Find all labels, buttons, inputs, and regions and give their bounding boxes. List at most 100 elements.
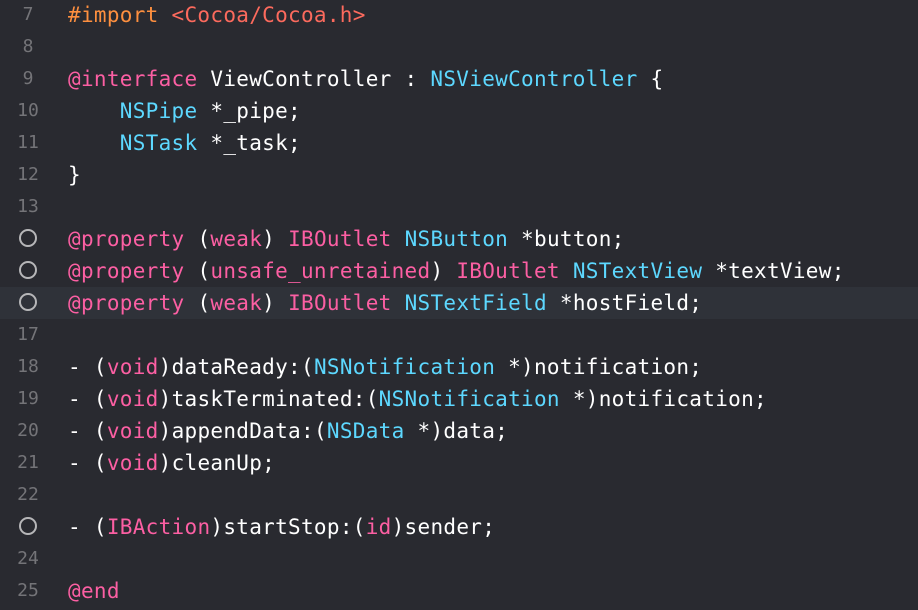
code-token: ( [184, 227, 211, 251]
code-line[interactable]: 10 NSPipe *_pipe; [0, 95, 918, 127]
code-token: @property [68, 227, 185, 251]
code-text: - (IBAction)startStop:(id)sender; [68, 511, 495, 543]
code-token: IBOutlet [456, 259, 560, 283]
line-number: 8 [22, 36, 34, 57]
line-number: 20 [17, 420, 39, 441]
code-line[interactable]: 9 @interface ViewController : NSViewContr… [0, 63, 918, 95]
code-token: *_pipe; [197, 99, 301, 123]
connection-circle-icon[interactable] [19, 229, 37, 247]
code-text: @interface ViewController : NSViewContro… [68, 63, 663, 95]
code-token: void [106, 419, 159, 443]
code-line[interactable]: 17 [0, 319, 918, 351]
line-number: 19 [17, 388, 39, 409]
code-line[interactable]: 7 #import <Cocoa/Cocoa.h> [0, 0, 918, 31]
code-text: NSPipe *_pipe; [68, 95, 301, 127]
code-text: @property (weak) IBOutlet NSButton *butt… [68, 223, 625, 255]
code-line[interactable]: 18 - (void)dataReady:(NSNotification *)no… [0, 351, 918, 383]
code-token: ) [262, 227, 289, 251]
line-number: 18 [17, 356, 39, 377]
code-token: NSTask [119, 131, 198, 155]
code-text: - (void)dataReady:(NSNotification *)noti… [68, 351, 702, 383]
code-token: ViewController : [197, 67, 431, 91]
line-number: 21 [17, 452, 39, 473]
line-number: 13 [17, 196, 39, 217]
code-token: )startStop:( [210, 515, 366, 539]
code-token: )appendData:( [158, 419, 327, 443]
line-number: 12 [17, 164, 39, 185]
code-token: )sender; [391, 515, 496, 539]
line-number: 17 [17, 324, 39, 345]
code-token: *hostField; [546, 291, 703, 315]
connection-circle-icon[interactable] [19, 517, 37, 535]
code-token: { [637, 67, 664, 91]
line-number: 25 [17, 580, 39, 601]
code-line[interactable]: 24 [0, 543, 918, 575]
current-code-line[interactable]: @property (weak) IBOutlet NSTextField *h… [0, 287, 918, 319]
code-text: - (void)taskTerminated:(NSNotification *… [68, 383, 767, 415]
code-text: - (void)appendData:(NSData *)data; [68, 415, 508, 447]
code-editor[interactable]: 7 #import <Cocoa/Cocoa.h> 8 9 @interface Vie… [0, 0, 918, 610]
code-token: ) [430, 259, 457, 283]
code-token: *button; [508, 227, 625, 251]
code-line[interactable]: 20 - (void)appendData:(NSData *)data; [0, 415, 918, 447]
code-token: )dataReady:( [158, 355, 314, 379]
code-token: - ( [68, 419, 107, 443]
code-token: - ( [68, 451, 107, 475]
code-token: *)data; [404, 419, 509, 443]
code-token: *)notification; [559, 387, 767, 411]
code-line[interactable]: 19 - (void)taskTerminated:(NSNotification… [0, 383, 918, 415]
code-line[interactable]: 21 - (void)cleanUp; [0, 447, 918, 479]
code-token: @property [68, 259, 185, 283]
code-token: weak [210, 291, 263, 315]
line-number: 22 [17, 484, 39, 505]
code-line[interactable]: 12} [0, 159, 918, 191]
code-token: weak [210, 227, 263, 251]
code-line[interactable]: 13 [0, 191, 918, 223]
code-line[interactable]: - (IBAction)startStop:(id)sender; [0, 511, 918, 543]
code-line[interactable]: 25 @end [0, 575, 918, 607]
code-token: IBAction [106, 515, 211, 539]
code-token: <Cocoa/Cocoa.h> [171, 3, 366, 27]
code-token: *textView; [702, 259, 845, 283]
code-token: )cleanUp; [158, 451, 276, 475]
code-token: void [106, 355, 159, 379]
code-text: } [68, 159, 81, 191]
code-token: NSData [326, 419, 405, 443]
code-token: @end [68, 579, 120, 603]
code-line[interactable]: @property (weak) IBOutlet NSButton *butt… [0, 223, 918, 255]
code-token: void [106, 387, 159, 411]
line-number: 9 [22, 68, 34, 89]
code-token: NSTextField [404, 291, 547, 315]
code-token: void [106, 451, 159, 475]
code-token: @interface [68, 67, 198, 91]
line-number: 11 [17, 132, 39, 153]
connection-circle-icon[interactable] [19, 261, 37, 279]
code-token: ( [184, 291, 211, 315]
code-token: - ( [68, 387, 107, 411]
code-token: ) [262, 291, 289, 315]
code-token: - ( [68, 355, 107, 379]
code-text: @property (unsafe_unretained) IBOutlet N… [68, 255, 845, 287]
code-token: NSNotification [313, 355, 496, 379]
code-text: @property (weak) IBOutlet NSTextField *h… [68, 287, 702, 319]
code-line[interactable]: @property (unsafe_unretained) IBOutlet N… [0, 255, 918, 287]
code-token: NSButton [404, 227, 509, 251]
code-text: - (void)cleanUp; [68, 447, 275, 479]
code-token: IBOutlet [288, 291, 392, 315]
connection-circle-icon[interactable] [19, 293, 37, 311]
code-token: IBOutlet [288, 227, 392, 251]
code-line[interactable]: 11 NSTask *_task; [0, 127, 918, 159]
code-token: id [365, 515, 392, 539]
code-token: NSPipe [119, 99, 198, 123]
code-token: NSNotification [378, 387, 560, 411]
code-line[interactable]: 22 [0, 479, 918, 511]
code-token: #import [68, 3, 172, 27]
code-token: *)notification; [495, 355, 703, 379]
code-text: NSTask *_task; [68, 127, 301, 159]
code-line[interactable]: 8 [0, 31, 918, 63]
line-number: 10 [17, 100, 39, 121]
